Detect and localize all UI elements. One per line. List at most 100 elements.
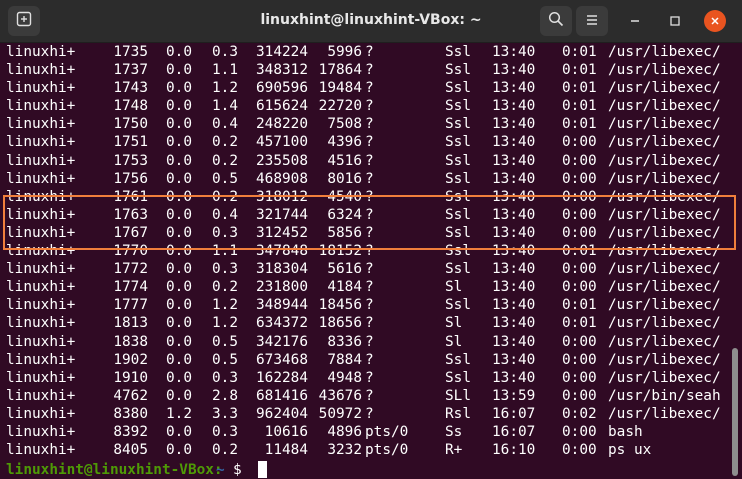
process-vsz: 318304 [256, 261, 308, 278]
process-vsz: 162284 [256, 369, 308, 386]
process-vsz: 681416 [256, 387, 308, 404]
process-user: linuxhi+ [6, 206, 76, 223]
process-time: 0:00 [562, 423, 597, 440]
process-stat: SLl [445, 387, 471, 404]
process-user: linuxhi+ [6, 387, 76, 404]
process-vsz: 312452 [256, 224, 308, 241]
process-stat: Ssl [445, 224, 471, 241]
process-mem: 1.2 [212, 315, 238, 332]
process-user: linuxhi+ [6, 333, 76, 350]
process-command: /usr/libexec/ [608, 116, 721, 133]
process-time: 0:01 [562, 98, 597, 115]
process-command: /usr/libexec/ [608, 170, 721, 187]
process-time: 0:00 [562, 351, 597, 368]
process-tty: ? [365, 62, 374, 79]
process-tty: ? [365, 170, 374, 187]
process-start: 13:40 [492, 351, 536, 368]
process-user: linuxhi+ [6, 351, 76, 368]
search-button[interactable] [540, 6, 572, 36]
process-row: linuxhi+ 1777 0.0 1.2 348944 18456 ? Ssl… [0, 296, 728, 314]
scrollbar[interactable] [732, 348, 738, 476]
close-button[interactable] [704, 10, 726, 32]
process-user: linuxhi+ [6, 315, 76, 332]
process-mem: 0.2 [212, 134, 238, 151]
process-vsz: 318012 [256, 188, 308, 205]
process-row: linuxhi+ 1910 0.0 0.3 162284 4948 ? Ssl … [0, 369, 728, 387]
process-cpu: 0.0 [166, 333, 192, 350]
process-stat: Ssl [445, 134, 471, 151]
process-row: linuxhi+ 1838 0.0 0.5 342176 8336 ? Sl 1… [0, 333, 728, 351]
minimize-button[interactable] [624, 10, 646, 32]
process-user: linuxhi+ [6, 62, 76, 79]
minimize-icon [629, 12, 641, 31]
process-vsz: 468908 [256, 170, 308, 187]
process-command: /usr/libexec/ [608, 224, 721, 241]
menu-button[interactable] [576, 6, 608, 36]
process-cpu: 0.0 [166, 188, 192, 205]
process-row: linuxhi+ 1761 0.0 0.2 318012 4540 ? Ssl … [0, 188, 728, 206]
process-tty: ? [365, 369, 374, 386]
process-tty: ? [365, 243, 374, 260]
process-start: 13:40 [492, 44, 536, 60]
process-row: linuxhi+ 1772 0.0 0.3 318304 5616 ? Ssl … [0, 260, 728, 278]
process-mem: 0.3 [212, 224, 238, 241]
process-cpu: 0.0 [166, 80, 192, 97]
maximize-button[interactable] [664, 10, 686, 32]
process-pid: 1756 [113, 170, 148, 187]
process-command: /usr/libexec/ [608, 44, 721, 60]
process-command: /usr/libexec/ [608, 243, 721, 260]
shell-prompt[interactable]: linuxhint@linuxhint-VBox: ~ $ [0, 461, 728, 479]
process-time: 0:00 [562, 442, 597, 459]
process-cpu: 0.0 [166, 224, 192, 241]
process-vsz: 10616 [264, 423, 308, 440]
prompt-path: ~ [216, 462, 225, 479]
process-stat: Rsl [445, 405, 471, 422]
process-tty: ? [365, 134, 374, 151]
maximize-icon [669, 12, 681, 31]
process-command: /usr/libexec/ [608, 152, 721, 169]
process-rss: 18456 [318, 297, 362, 314]
process-command: /usr/libexec/ [608, 206, 721, 223]
process-vsz: 231800 [256, 279, 308, 296]
new-tab-icon [16, 11, 32, 31]
process-pid: 1777 [113, 297, 148, 314]
process-rss: 5616 [327, 261, 362, 278]
new-tab-button[interactable] [8, 6, 40, 36]
process-time: 0:01 [562, 116, 597, 133]
process-row: linuxhi+ 4762 0.0 2.8 681416 43676 ? SLl… [0, 387, 728, 405]
process-time: 0:01 [562, 80, 597, 97]
process-pid: 1910 [113, 369, 148, 386]
process-pid: 1761 [113, 188, 148, 205]
process-tty: pts/0 [365, 442, 409, 459]
process-user: linuxhi+ [6, 44, 76, 60]
process-row: linuxhi+ 1902 0.0 0.5 673468 7884 ? Ssl … [0, 351, 728, 369]
terminal-output[interactable]: linuxhi+ 1735 0.0 0.3 314224 5996 ? Ssl … [0, 43, 728, 479]
process-start: 13:40 [492, 206, 536, 223]
process-rss: 4896 [327, 423, 362, 440]
process-pid: 1767 [113, 224, 148, 241]
process-time: 0:01 [562, 44, 597, 60]
process-command: /usr/libexec/ [608, 405, 721, 422]
process-time: 0:00 [562, 134, 597, 151]
process-command: bash [608, 423, 643, 440]
process-time: 0:00 [562, 170, 597, 187]
process-tty: ? [365, 116, 374, 133]
process-stat: Sl [445, 279, 463, 296]
process-vsz: 673468 [256, 351, 308, 368]
process-stat: R+ [445, 442, 463, 459]
terminal-window: linuxhint@linuxhint-VBox: ~ linuxhi+ 173… [0, 0, 742, 479]
process-user: linuxhi+ [6, 405, 76, 422]
process-start: 13:59 [492, 387, 536, 404]
process-start: 13:40 [492, 279, 536, 296]
process-vsz: 235508 [256, 152, 308, 169]
process-row: linuxhi+ 1743 0.0 1.2 690596 19484 ? Ssl… [0, 79, 728, 97]
process-user: linuxhi+ [6, 224, 76, 241]
process-start: 13:40 [492, 243, 536, 260]
process-cpu: 0.0 [166, 387, 192, 404]
text-cursor [258, 461, 267, 479]
process-time: 0:00 [562, 261, 597, 278]
process-command: /usr/libexec/ [608, 98, 721, 115]
process-stat: Ssl [445, 297, 471, 314]
process-start: 13:40 [492, 134, 536, 151]
process-pid: 1763 [113, 206, 148, 223]
